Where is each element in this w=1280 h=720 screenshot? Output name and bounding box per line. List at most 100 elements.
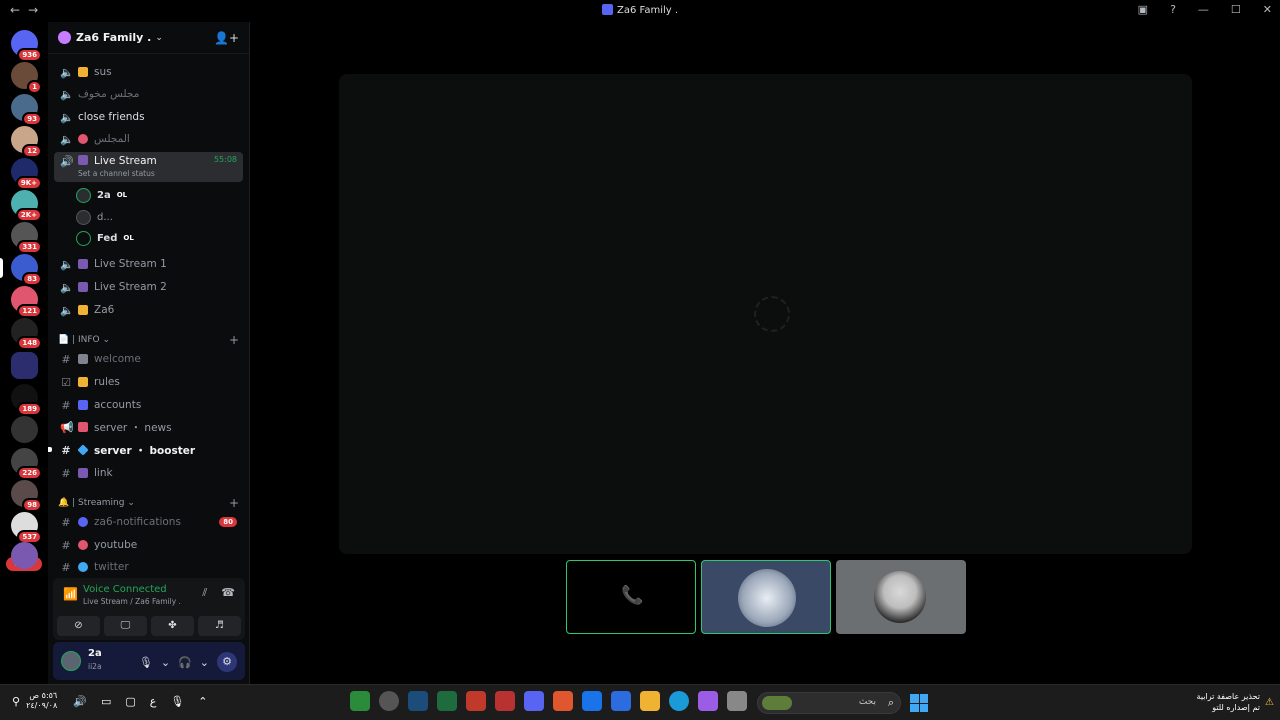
- voice-location[interactable]: Live Stream / Za6 Family .: [83, 597, 181, 606]
- call-tile[interactable]: 📞: [566, 560, 696, 634]
- voice-channel[interactable]: 🔈 sus: [54, 62, 243, 82]
- voice-channel[interactable]: 🔈 مجلس مخوف: [54, 84, 243, 104]
- set-channel-status[interactable]: Set a channel status: [78, 169, 155, 178]
- server-icon-server-14[interactable]: 537: [11, 512, 42, 544]
- server-icon-folder[interactable]: [11, 352, 38, 379]
- outlook-icon[interactable]: [582, 691, 602, 711]
- server-icon-server-7[interactable]: 83: [0, 254, 42, 286]
- headphones-icon[interactable]: 🎧: [178, 656, 192, 669]
- server-icon-server-13[interactable]: 98: [11, 480, 42, 512]
- user-name[interactable]: 2a: [88, 648, 102, 659]
- steam-icon[interactable]: [408, 691, 428, 711]
- unread-indicator: [48, 447, 52, 452]
- server-icon-server-10[interactable]: 189: [11, 384, 42, 416]
- server-icon-server-5[interactable]: 2K+: [11, 190, 42, 222]
- server-icon-server-12[interactable]: 226: [11, 448, 42, 480]
- network-icon[interactable]: ⚲: [12, 695, 20, 708]
- text-channel-unread[interactable]: # server ・ booster: [48, 440, 243, 460]
- close-button[interactable]: ✕: [1263, 3, 1272, 16]
- text-channel[interactable]: # twitter: [54, 557, 243, 577]
- disconnect-icon[interactable]: ☎: [221, 586, 235, 600]
- inbox-icon[interactable]: ▣: [1138, 3, 1148, 16]
- server-header[interactable]: Za6 Family . ⌄ 👤+: [48, 22, 249, 54]
- volume-icon[interactable]: 🔊: [73, 695, 87, 708]
- server-icon-server-3[interactable]: 12: [11, 126, 42, 158]
- chevron-up-icon[interactable]: ⌃: [198, 695, 207, 708]
- voice-channel[interactable]: 🔈 Live Stream 1: [54, 254, 243, 274]
- soundboard-button[interactable]: ♬: [198, 616, 241, 636]
- voice-channel[interactable]: 🔈 المجلس: [54, 129, 243, 149]
- server-icon-server-15[interactable]: [11, 542, 38, 569]
- avatar[interactable]: [61, 651, 81, 671]
- brave-icon[interactable]: [553, 691, 573, 711]
- microphone-icon[interactable]: 🎙: [139, 656, 153, 669]
- voice-user[interactable]: Fed OL: [76, 228, 134, 248]
- stream-viewer[interactable]: [339, 74, 1192, 554]
- task-view-icon[interactable]: [727, 691, 747, 711]
- windows-start-icon[interactable]: [910, 694, 928, 712]
- text-channel[interactable]: # link: [54, 463, 243, 483]
- add-channel-icon[interactable]: +: [229, 333, 239, 347]
- crown-emoji-icon: [78, 67, 88, 77]
- rules-icon: ☑: [61, 375, 71, 389]
- voice-channel-active[interactable]: 🔊 Live Stream 55:08 Set a channel status: [54, 152, 243, 182]
- activities-button[interactable]: ✤: [151, 616, 194, 636]
- server-icon-server-2[interactable]: 93: [11, 94, 42, 126]
- minimize-button[interactable]: —: [1198, 3, 1209, 16]
- app-icon[interactable]: [379, 691, 399, 711]
- text-channel[interactable]: # za6-notifications 80: [54, 512, 243, 532]
- add-channel-icon[interactable]: +: [229, 496, 239, 510]
- server-icon-server-4[interactable]: 9K+: [11, 158, 42, 190]
- screen-share-button[interactable]: 🖵: [104, 616, 147, 636]
- noise-suppression-icon[interactable]: ⫽: [202, 586, 207, 600]
- server-icon-direct-messages[interactable]: 936: [11, 30, 42, 62]
- copilot-icon[interactable]: [698, 691, 718, 711]
- app-icon[interactable]: [350, 691, 370, 711]
- server-icon-server-6[interactable]: 331: [11, 222, 42, 254]
- folder-icon[interactable]: [640, 691, 660, 711]
- language-indicator[interactable]: ع: [150, 695, 157, 708]
- display-icon[interactable]: ▭: [101, 695, 111, 708]
- category-streaming[interactable]: 🔔 | Streaming ⌄ +: [58, 496, 239, 510]
- text-channel[interactable]: # welcome: [54, 349, 243, 369]
- server-icon-server-1[interactable]: 1: [11, 62, 42, 94]
- chevron-down-icon[interactable]: ⌄: [161, 656, 170, 669]
- voice-channel[interactable]: 🔈 close friends: [54, 107, 243, 127]
- voice-user[interactable]: 2a OL: [76, 185, 127, 205]
- voice-channel[interactable]: 🔈 Live Stream 2: [54, 277, 243, 297]
- search-highlight-image: [762, 696, 792, 710]
- text-channel[interactable]: # youtube: [54, 535, 243, 555]
- unread-badge: 936: [17, 48, 42, 62]
- app-icon[interactable]: [466, 691, 486, 711]
- participant-tile[interactable]: [836, 560, 966, 634]
- microphone-icon[interactable]: 🎙: [170, 695, 184, 708]
- text-channel[interactable]: # accounts: [54, 395, 243, 415]
- text-channel[interactable]: ☑ rules: [54, 372, 243, 392]
- chevron-down-icon[interactable]: ⌄: [200, 656, 209, 669]
- edge-icon[interactable]: [669, 691, 689, 711]
- discord-icon[interactable]: [524, 691, 544, 711]
- weather-widget[interactable]: تحذير عاصفة ترابية تم إصداره للتو ⚠: [1197, 691, 1274, 713]
- voice-channel[interactable]: 🔈 Za6: [54, 300, 243, 320]
- server-icon-server-9[interactable]: 148: [11, 318, 42, 350]
- camera-off-button[interactable]: ⊘: [57, 616, 100, 636]
- clock[interactable]: ٥:٥٦ ص ٢٤/٠٩/٠٨: [26, 691, 57, 711]
- store-icon[interactable]: [611, 691, 631, 711]
- excel-icon[interactable]: [437, 691, 457, 711]
- gear-icon[interactable]: ⚙: [217, 652, 237, 672]
- server-icon: [58, 31, 71, 44]
- category-info[interactable]: 📄 | INFO ⌄ +: [58, 333, 239, 347]
- help-icon[interactable]: ?: [1170, 3, 1176, 16]
- participant-tile[interactable]: [701, 560, 831, 634]
- server-icon-server-8[interactable]: 121: [11, 286, 42, 318]
- invite-icon[interactable]: 👤+: [214, 31, 239, 45]
- signal-icon[interactable]: 📶: [63, 587, 78, 601]
- maximize-button[interactable]: ☐: [1231, 3, 1241, 16]
- voice-status[interactable]: Voice Connected: [83, 584, 167, 595]
- notifications-icon[interactable]: ▢: [125, 695, 135, 708]
- server-icon-server-11[interactable]: [11, 416, 38, 443]
- announcement-channel[interactable]: 📢 server ・ news: [54, 417, 243, 437]
- voice-user[interactable]: d...: [76, 207, 113, 227]
- app-icon[interactable]: [495, 691, 515, 711]
- taskbar-search[interactable]: بحث ⌕: [757, 692, 901, 714]
